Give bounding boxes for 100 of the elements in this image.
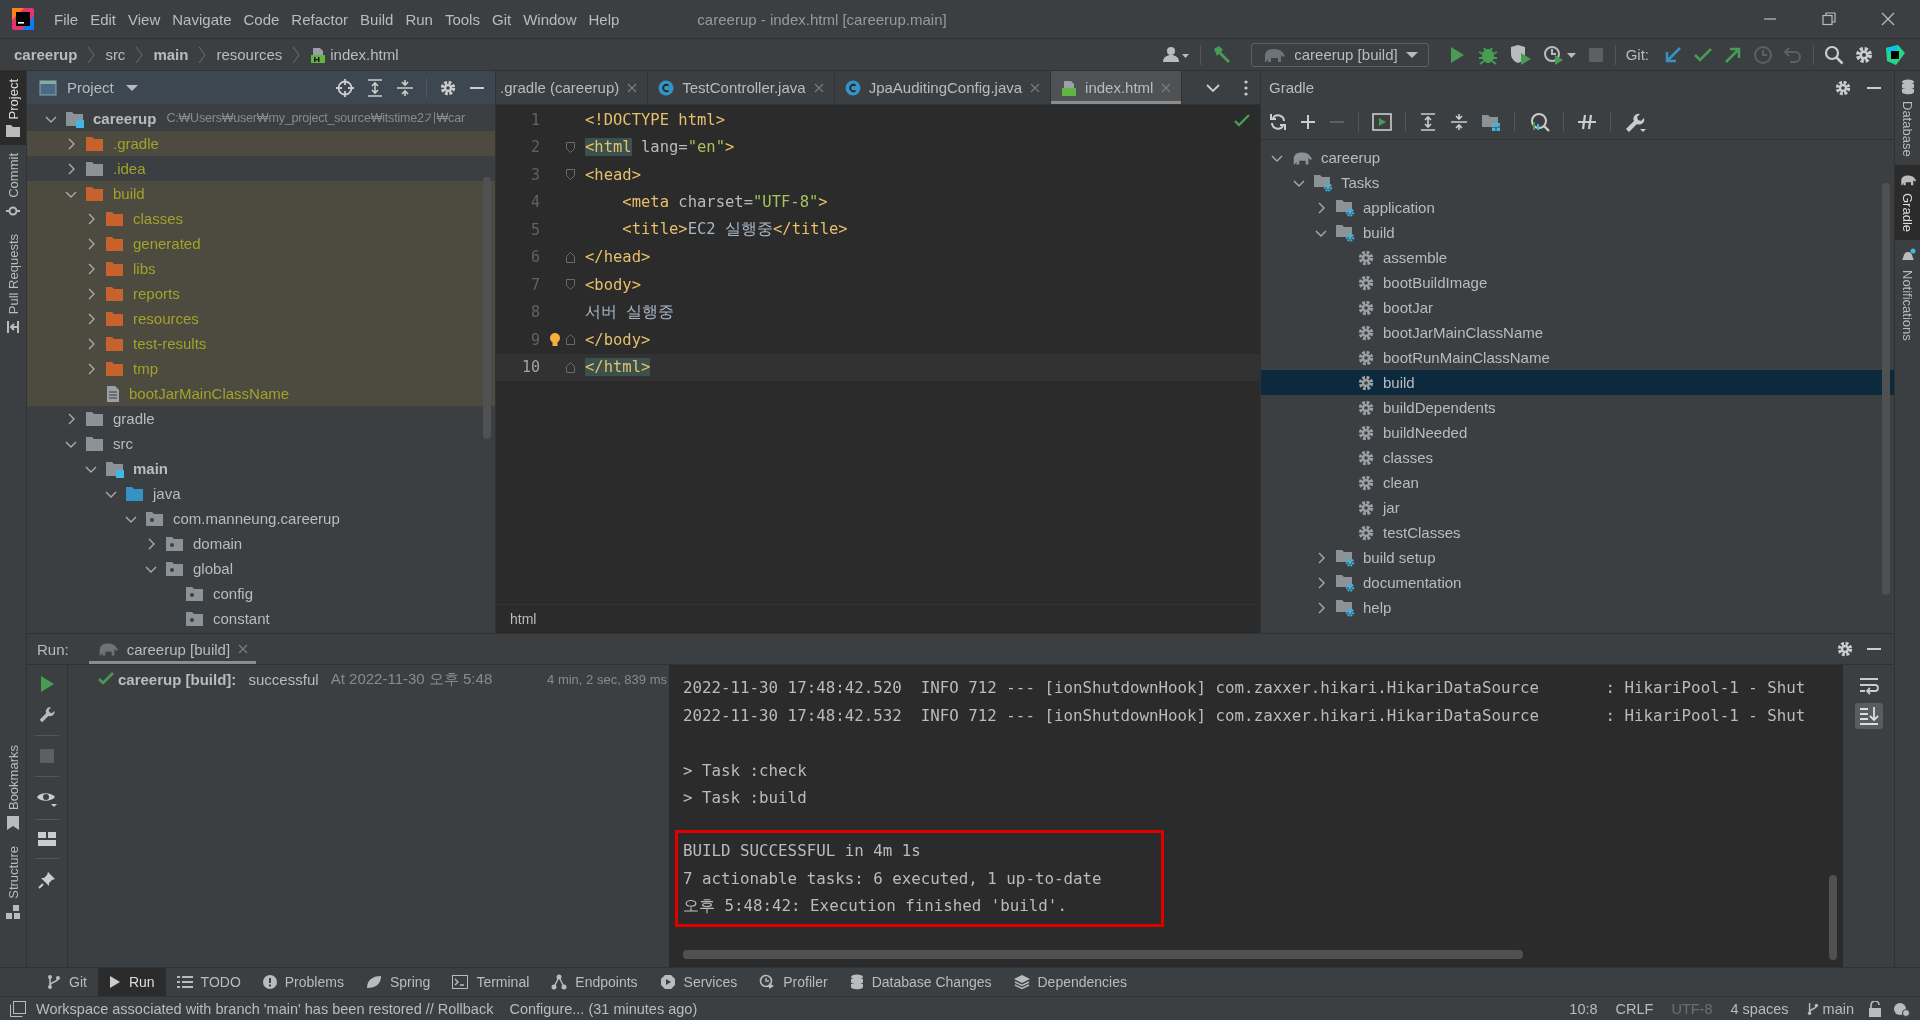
editor-tab[interactable]: .gradle (careerup) [496,71,649,104]
close-icon[interactable] [627,82,638,93]
tree-item[interactable]: application [1261,195,1894,220]
fold-marker-icon[interactable] [566,279,575,291]
menu-item[interactable]: Window [517,10,583,28]
menu-item[interactable]: File [48,10,85,28]
refresh-icon[interactable] [1269,112,1287,131]
menu-item[interactable]: View [122,10,167,28]
tree-item[interactable]: bootJarMainClassName [27,381,495,406]
menu-item[interactable]: Navigate [166,10,238,28]
panel-title[interactable]: Project [67,79,114,96]
folder-grid-icon[interactable] [1481,112,1501,131]
wrench-icon[interactable] [1624,111,1646,132]
tool-window-tab[interactable]: TODO [165,968,252,996]
tool-window-tab[interactable]: Endpoints [540,968,649,996]
breadcrumb-item[interactable]: resources [216,46,283,63]
tree-item[interactable]: libs [27,256,495,281]
tree-item[interactable]: resources [27,306,495,331]
menu-item[interactable]: Tools [438,10,486,28]
tree-item[interactable]: bootJarMainClassName [1261,320,1894,345]
tool-window-tab[interactable]: Problems [251,968,355,996]
tree-item[interactable]: classes [27,206,495,231]
menu-item[interactable]: Refactor [285,10,355,28]
tool-window-button[interactable]: Project [0,71,26,146]
panel-toggle-icon[interactable] [10,1000,26,1017]
tree-item[interactable]: generated [27,231,495,256]
tool-window-button[interactable]: Pull Requests [0,226,26,343]
fold-marker-icon[interactable] [566,169,575,181]
tree-item[interactable]: .gradle [27,131,495,156]
status-item[interactable]: main [1806,1000,1854,1017]
tree-item[interactable]: clean [1261,470,1894,495]
tool-window-button[interactable]: Structure [0,838,26,927]
tool-window-tab[interactable]: Services [648,968,749,996]
fold-marker-icon[interactable] [566,251,575,263]
soft-wrap-icon[interactable] [1858,677,1879,695]
tree-item[interactable]: global [27,556,495,581]
close-icon[interactable] [813,82,824,93]
editor-tab[interactable]: TestController.java [648,71,835,104]
tree-item[interactable]: reports [27,281,495,306]
run-configuration-dropdown[interactable]: careerup [build] [1251,42,1429,67]
breadcrumb-item[interactable]: html [510,611,537,627]
run-icon[interactable] [39,675,55,693]
layout-icon[interactable] [38,832,56,846]
menu-item[interactable]: Edit [84,10,123,28]
breadcrumb-item[interactable]: src [105,46,126,63]
menu-item[interactable]: Help [582,10,626,28]
tree-item[interactable]: bootRunMainClassName [1261,345,1894,370]
arrow-down-left-icon[interactable] [1663,44,1683,65]
run-window-icon[interactable] [1372,112,1392,131]
tree-item[interactable]: build setup [1261,545,1894,570]
close-icon[interactable] [238,644,249,654]
close-icon[interactable] [1881,12,1895,26]
lightbulb-icon[interactable] [548,332,562,348]
status-item[interactable]: 4 spaces [1730,1000,1789,1017]
analyze-icon[interactable] [1528,111,1550,132]
chevron-down-icon[interactable] [1206,82,1220,93]
tree-item[interactable]: testClasses [1261,520,1894,545]
clock-run-icon[interactable] [1542,43,1577,66]
settings-icon[interactable] [1834,78,1852,97]
console-tab[interactable]: careerup [build] [88,634,257,664]
tree-item[interactable]: java [27,481,495,506]
status-item[interactable]: CRLF [1615,1000,1654,1017]
user-icon[interactable] [1162,44,1191,65]
tree-item[interactable]: bootJar [1261,295,1894,320]
scroll-to-end-icon[interactable] [1854,703,1883,729]
tree-item[interactable]: jar [1261,495,1894,520]
tree-item[interactable]: careerup [1261,145,1894,170]
tree-item[interactable]: com.manneung.careerup [27,506,495,531]
tree-item[interactable]: gradle [27,406,495,431]
settings-icon[interactable] [439,78,457,97]
tool-window-tab[interactable]: Run [97,968,166,996]
tree-item[interactable]: classes [1261,445,1894,470]
shield-run-icon[interactable] [1508,43,1533,66]
collapse-all-icon[interactable] [1450,112,1468,131]
tree-item[interactable]: buildNeeded [1261,420,1894,445]
lock-icon[interactable] [1868,1000,1882,1017]
fold-marker-icon[interactable] [566,141,575,153]
restore-icon[interactable] [1822,12,1836,26]
status-message[interactable]: Workspace associated with branch 'main' has been restored // Rollback [36,1000,494,1017]
expand-all-icon[interactable] [1419,112,1437,131]
tree-item[interactable]: help [1261,595,1894,620]
pin-icon[interactable] [38,871,56,889]
tool-window-tab[interactable]: Profiler [748,968,839,996]
close-icon[interactable] [1030,82,1041,93]
search-icon[interactable] [1824,44,1844,65]
tool-window-tab[interactable]: Dependencies [1002,968,1138,996]
breadcrumb-item[interactable]: careerup [14,46,78,63]
tool-window-button[interactable]: Bookmarks [0,737,26,839]
tree-item[interactable]: assemble [1261,245,1894,270]
caret-down-icon[interactable] [125,83,138,92]
tool-window-button[interactable]: Commit [0,145,26,227]
menu-item[interactable]: Build [354,10,400,28]
tree-item[interactable]: constant [27,606,495,631]
plus-icon[interactable] [1300,113,1316,130]
settings-icon[interactable] [1836,640,1854,658]
breadcrumb-item[interactable]: main [153,46,189,63]
menu-item[interactable]: Code [237,10,286,28]
tool-window-button[interactable]: Database [1895,71,1920,165]
fold-marker-icon[interactable] [566,361,575,373]
tool-window-tab[interactable]: Terminal [441,968,541,996]
